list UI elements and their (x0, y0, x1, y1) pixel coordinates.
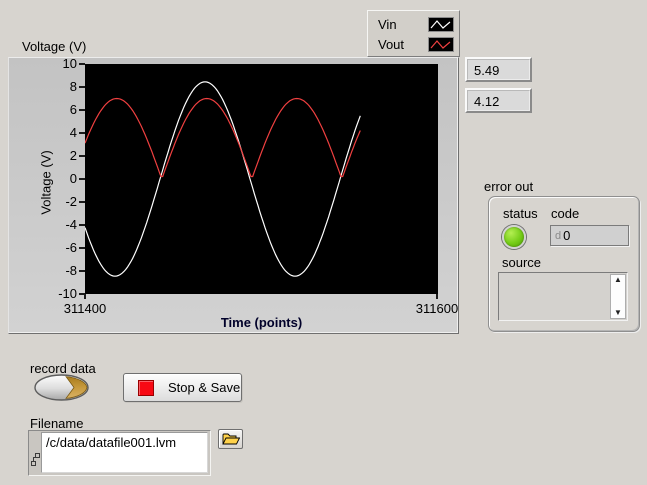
y-tick-label: 2 (39, 148, 77, 164)
x-tick-label: 311400 (50, 301, 120, 316)
stop-square-icon (138, 380, 154, 396)
legend-label-vin: Vin (378, 17, 397, 32)
y-tick-label: 8 (39, 79, 77, 95)
y-tick-mark (79, 201, 85, 203)
y-tick-mark (79, 155, 85, 157)
filename-path-control: /c/data/datafile001.lvm (28, 430, 211, 476)
error-out-cluster: status code d 0 source ▲ ▼ (488, 196, 640, 332)
y-tick-label: 6 (39, 102, 77, 118)
x-axis-label: Time (points) (125, 315, 398, 330)
trace-vout (85, 99, 360, 177)
x-tick-mark (436, 294, 438, 299)
error-out-label: error out (484, 179, 533, 194)
code-field: d 0 (550, 225, 629, 246)
open-folder-icon (222, 433, 240, 445)
code-label: code (551, 206, 579, 221)
scroll-up-icon[interactable]: ▲ (611, 275, 625, 285)
y-tick-mark (79, 63, 85, 65)
y-tick-mark (79, 109, 85, 111)
vout-line-sample-icon[interactable] (428, 37, 454, 52)
y-tick-label: 10 (39, 56, 77, 72)
status-led (502, 225, 526, 249)
source-value (501, 274, 609, 319)
y-tick-label: 0 (39, 171, 77, 187)
x-tick-mark (84, 294, 86, 299)
y-tick-mark (79, 247, 85, 249)
radix-indicator: d (555, 230, 561, 242)
plot-area[interactable] (85, 64, 438, 294)
legend-label-vout: Vout (378, 37, 404, 52)
stop-save-label: Stop & Save (168, 380, 240, 395)
filename-label: Filename (30, 416, 83, 431)
vout-value: 4.12 (467, 90, 530, 111)
y-tick-label: -6 (39, 240, 77, 256)
legend-item-vin[interactable]: Vin (378, 14, 454, 34)
y-tick-mark (79, 178, 85, 180)
source-scrollbar[interactable]: ▲ ▼ (610, 274, 626, 319)
filename-input[interactable]: /c/data/datafile001.lvm (41, 432, 208, 473)
y-tick-label: -4 (39, 217, 77, 233)
y-tick-mark (79, 270, 85, 272)
y-tick-label: -2 (39, 194, 77, 210)
waveform-chart: Voltage (V) Time (points) 1086420-2-4-6-… (8, 57, 459, 334)
labview-front-panel: { "window": { "bg": "#d7d4cf" }, "legend… (0, 0, 647, 485)
scroll-down-icon[interactable]: ▼ (611, 308, 625, 318)
chart-title: Voltage (V) (22, 39, 86, 54)
legend-item-vout[interactable]: Vout (378, 34, 454, 54)
source-field: ▲ ▼ (498, 272, 628, 321)
waveform-traces (85, 64, 438, 294)
y-tick-label: -8 (39, 263, 77, 279)
record-data-switch[interactable] (33, 374, 90, 401)
x-tick-label: 311600 (402, 301, 472, 316)
status-label: status (503, 206, 538, 221)
source-label: source (502, 255, 541, 270)
vout-numeric-indicator: 4.12 (465, 88, 532, 113)
y-tick-mark (79, 132, 85, 134)
path-type-icon[interactable] (31, 453, 40, 469)
vin-numeric-indicator: 5.49 (465, 57, 532, 82)
stop-save-button[interactable]: Stop & Save (123, 373, 242, 402)
vin-line-sample-icon[interactable] (428, 17, 454, 32)
code-value: 0 (563, 228, 570, 243)
y-tick-label: 4 (39, 125, 77, 141)
y-tick-label: -10 (39, 286, 77, 302)
plot-legend: Vin Vout (367, 10, 460, 57)
y-tick-mark (79, 86, 85, 88)
browse-button[interactable] (218, 429, 243, 449)
y-tick-mark (79, 224, 85, 226)
vin-value: 5.49 (467, 59, 530, 80)
